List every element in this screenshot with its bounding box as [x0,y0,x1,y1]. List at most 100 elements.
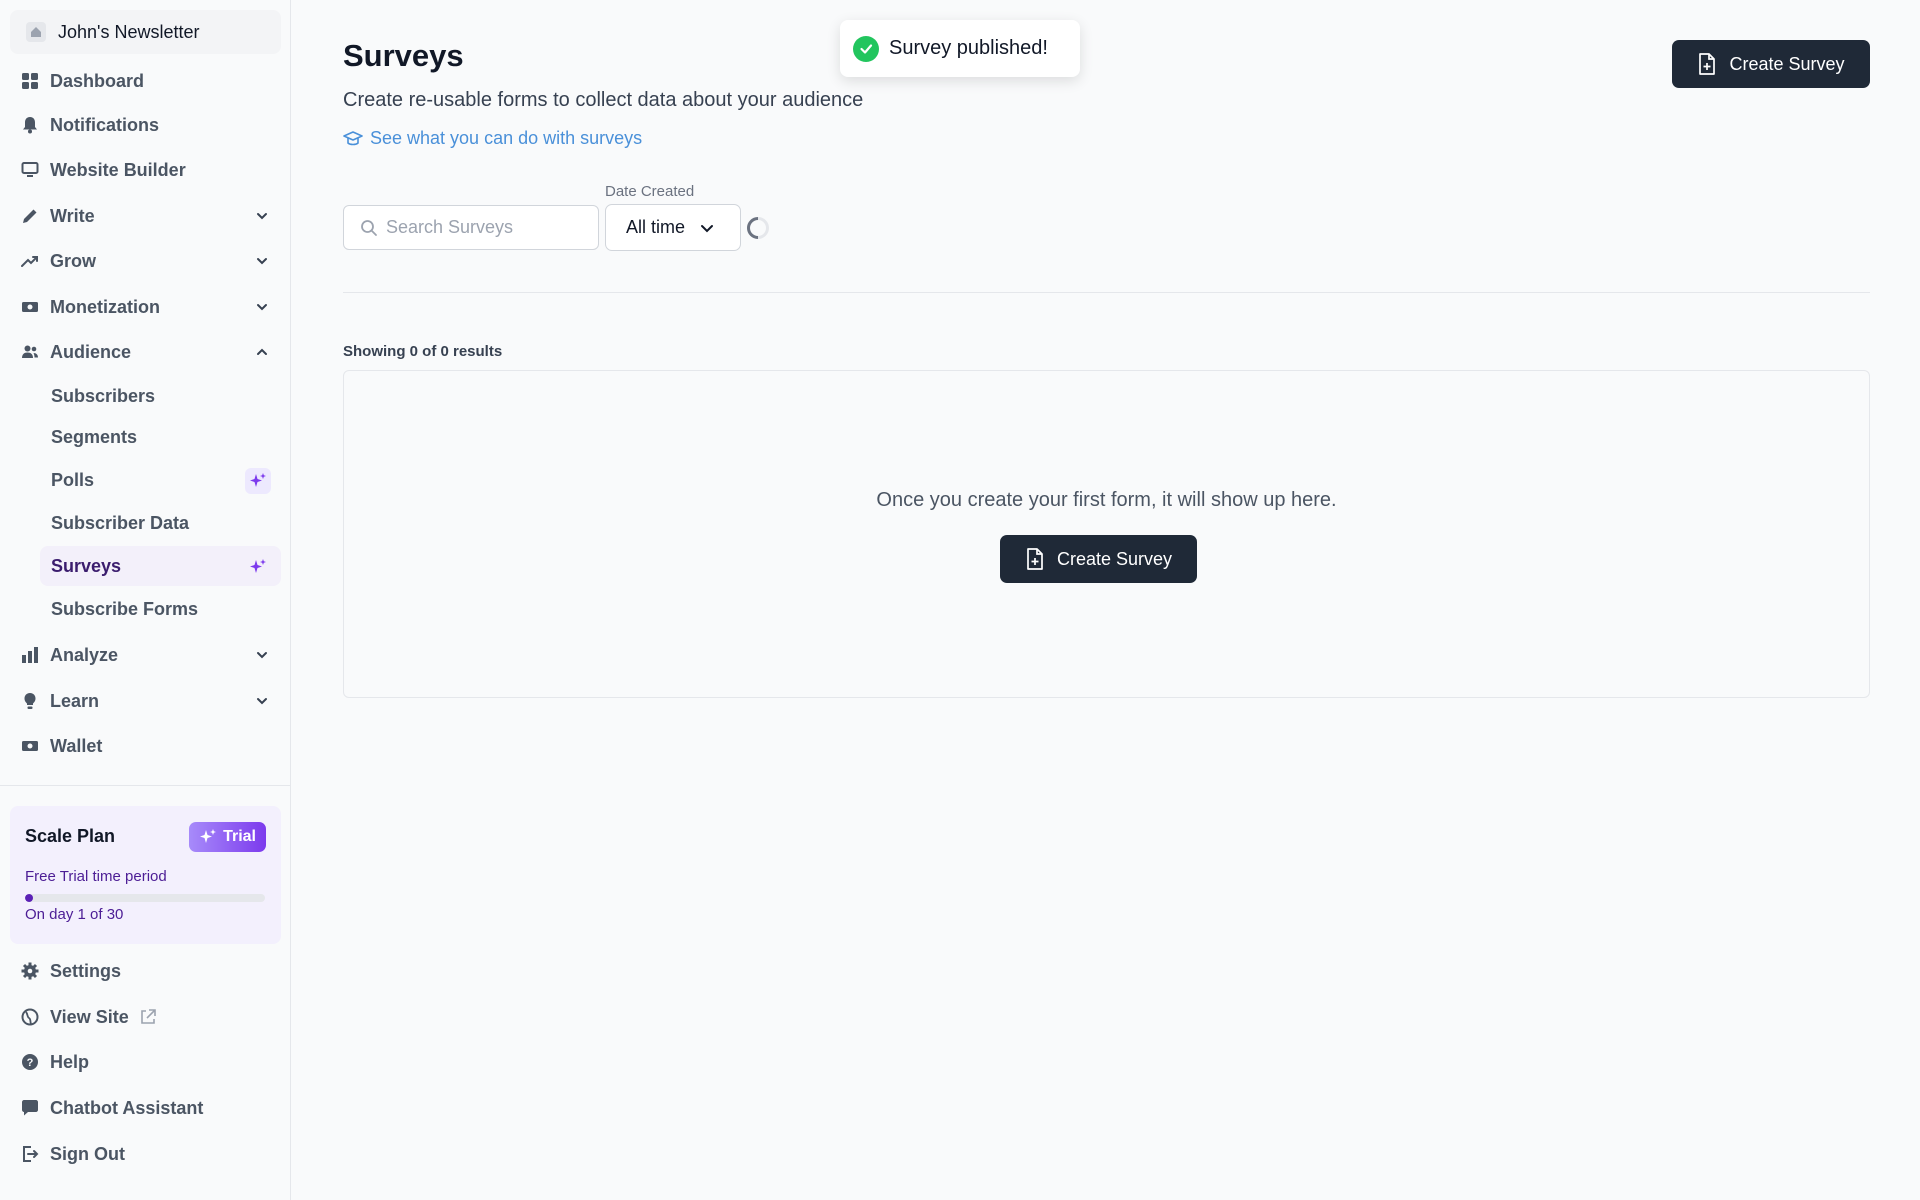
surveys-help-link[interactable]: See what you can do with surveys [343,128,642,149]
create-survey-empty-label: Create Survey [1056,548,1173,569]
bell-icon [20,115,40,135]
sub-label: Subscribers [51,385,156,406]
nav-label: Write [50,205,95,226]
nav-website-builder[interactable]: Website Builder [10,150,281,190]
nav-audience[interactable]: Audience [10,332,281,372]
toast-message: Survey published! [889,37,1048,59]
publication-switcher[interactable]: John's Newsletter [10,10,281,54]
nav-label: Audience [50,341,132,362]
search-input[interactable] [386,217,576,238]
main-content: Surveys Create re-usable forms to collec… [292,0,1920,1200]
wallet-icon [20,736,40,756]
file-plus-icon [1699,53,1716,75]
chevron-down-icon [257,258,267,265]
create-survey-button[interactable]: Create Survey [1672,40,1870,88]
dashboard-icon [20,71,40,91]
page-title: Surveys [343,38,464,73]
nav-analyze[interactable]: Analyze [10,635,281,675]
chevron-down-icon [257,213,267,220]
nav-label: Chatbot Assistant [50,1097,204,1118]
sidebar-item-subscribers[interactable]: Subscribers [40,376,281,416]
nav-label: Learn [50,690,100,711]
nav-label: Sign Out [50,1143,125,1164]
search-box[interactable] [343,205,599,250]
sidebar-item-segments[interactable]: Segments [40,417,281,457]
sub-label: Surveys [51,555,122,576]
nav-label: View Site [50,1006,129,1027]
publication-icon [26,22,46,42]
publication-name: John's Newsletter [58,21,200,42]
plan-card: Scale Plan Trial Free Trial time period … [10,806,281,944]
nav-label: Analyze [50,644,119,665]
empty-state: Once you create your first form, it will… [343,370,1870,698]
nav-settings[interactable]: Settings [10,951,281,991]
pencil-icon [20,206,40,226]
filter-divider [343,292,1870,293]
nav-wallet[interactable]: Wallet [10,726,281,766]
globe-icon [20,1007,40,1027]
page-subtitle: Create re-usable forms to collect data a… [343,89,864,111]
lightbulb-icon [20,691,40,711]
chevron-down-icon [257,304,267,311]
sparkle-icon [200,829,217,843]
nav-notifications[interactable]: Notifications [10,105,281,145]
nav-label: Monetization [50,296,160,317]
chevron-down-icon [701,224,714,232]
create-survey-empty-button[interactable]: Create Survey [1000,535,1197,583]
plan-day-text: On day 1 of 30 [25,906,124,923]
nav-help[interactable]: ? Help [10,1042,281,1082]
nav-learn[interactable]: Learn [10,681,281,721]
help-icon: ? [20,1052,40,1072]
sidebar: John's Newsletter Dashboard Notification… [0,0,291,1200]
nav-label: Help [50,1051,90,1072]
chevron-down-icon [257,652,267,659]
trending-up-icon [20,251,40,271]
nav-sign-out[interactable]: Sign Out [10,1134,281,1174]
sub-label: Segments [51,426,138,447]
chevron-down-icon [257,698,267,705]
nav-label: Wallet [50,735,103,756]
sub-label: Polls [51,469,95,490]
empty-state-message: Once you create your first form, it will… [876,489,1337,511]
help-link-label: See what you can do with surveys [370,128,643,148]
sidebar-item-subscriber-data[interactable]: Subscriber Data [40,503,281,543]
trial-badge[interactable]: Trial [189,822,266,852]
success-toast: Survey published! [840,20,1080,77]
date-filter-value: All time [626,217,686,237]
date-filter-select[interactable]: All time [605,204,741,251]
bar-chart-icon [20,645,40,665]
trial-progress-bar [25,894,265,902]
nav-monetization[interactable]: Monetization [10,287,281,327]
nav-label: Grow [50,250,97,271]
nav-write[interactable]: Write [10,196,281,236]
sub-label: Subscribe Forms [51,598,199,619]
nav-label: Website Builder [50,159,186,180]
file-plus-icon [1027,548,1043,570]
nav-label: Settings [50,960,122,981]
sub-label: Subscriber Data [51,512,190,533]
sidebar-item-polls[interactable]: Polls [40,460,281,500]
chat-bubble-icon [20,1098,40,1118]
sidebar-item-subscribe-forms[interactable]: Subscribe Forms [40,589,281,629]
sidebar-divider [0,785,291,786]
sign-out-icon [20,1144,40,1164]
sidebar-item-surveys[interactable]: Surveys [40,546,281,586]
date-filter-label: Date Created [605,183,695,200]
nav-chatbot[interactable]: Chatbot Assistant [10,1088,281,1128]
svg-text:?: ? [27,1057,34,1069]
nav-label: Dashboard [50,70,145,91]
gear-icon [20,961,40,981]
nav-view-site[interactable]: View Site [10,997,281,1037]
sparkle-icon [245,468,271,494]
nav-grow[interactable]: Grow [10,241,281,281]
plan-subtitle: Free Trial time period [25,868,167,885]
trial-badge-label: Trial [223,828,256,845]
check-circle-icon [853,35,879,62]
money-icon [20,297,40,317]
external-link-icon [140,1009,156,1024]
sparkle-icon [245,554,271,580]
search-icon [361,219,377,236]
nav-dashboard[interactable]: Dashboard [10,61,281,101]
users-icon [20,342,40,362]
results-count: Showing 0 of 0 results [343,343,503,360]
